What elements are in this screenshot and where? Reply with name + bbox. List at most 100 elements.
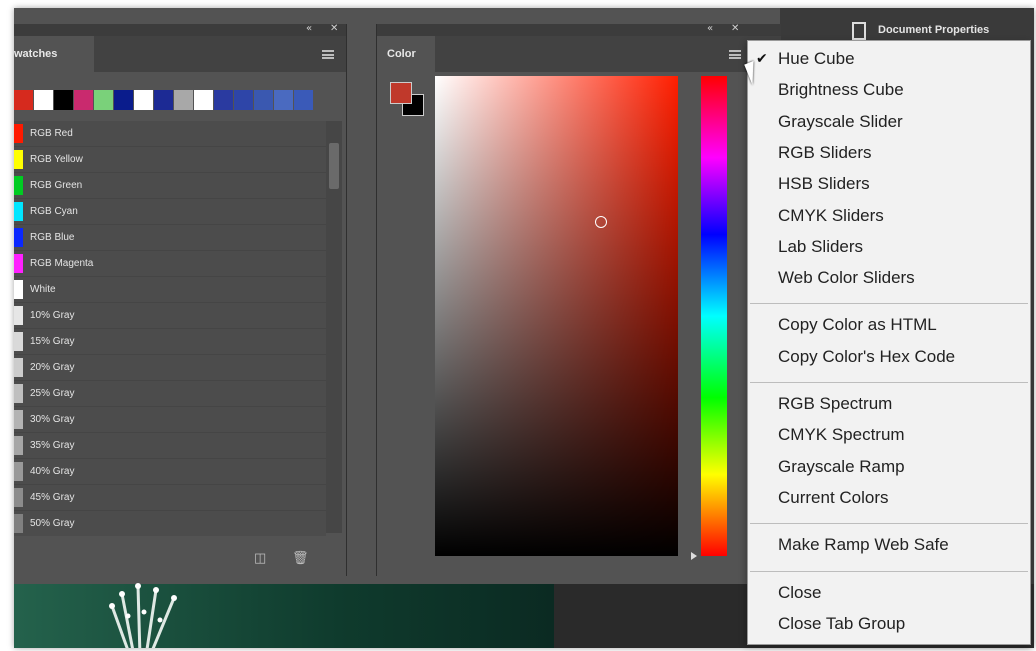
swatch-name: RGB Red	[30, 128, 73, 139]
menu-item[interactable]: Brightness Cube	[778, 80, 904, 100]
swatch-cell[interactable]	[214, 90, 233, 110]
menu-item[interactable]: CMYK Sliders	[778, 206, 884, 226]
menu-item[interactable]: Lab Sliders	[778, 237, 863, 257]
menu-item[interactable]: RGB Spectrum	[778, 394, 892, 414]
collapse-icon[interactable]: «	[707, 23, 713, 34]
menu-item[interactable]: Copy Color as HTML	[778, 315, 937, 335]
color-tab-bar: Color	[377, 36, 781, 72]
scrollbar[interactable]	[326, 121, 342, 533]
menu-item[interactable]: Close	[778, 583, 821, 603]
menu-item[interactable]: HSB Sliders	[778, 174, 870, 194]
swatch-name: RGB Magenta	[30, 258, 94, 269]
swatch-name: 30% Gray	[30, 414, 75, 425]
menu-item[interactable]: Close Tab Group	[778, 614, 905, 634]
menu-item[interactable]: Hue Cube	[778, 49, 855, 69]
close-icon[interactable]: ✕	[731, 23, 739, 34]
swatch-name: 50% Gray	[30, 518, 75, 529]
swatch-name: 10% Gray	[30, 310, 75, 321]
swatch-list-item[interactable]: 25% Gray	[14, 381, 326, 407]
swatch-list-item[interactable]: RGB Magenta	[14, 251, 326, 277]
swatch-cell[interactable]	[274, 90, 293, 110]
menu-item[interactable]: Web Color Sliders	[778, 268, 915, 288]
swatch-cell[interactable]	[234, 90, 253, 110]
swatch-chip	[14, 254, 23, 273]
swatch-chip	[14, 306, 23, 325]
menu-item[interactable]: CMYK Spectrum	[778, 425, 905, 445]
document-icon	[852, 22, 866, 40]
trash-icon[interactable]: 🗑	[292, 550, 309, 566]
swatches-panel: « ✕ watches RGB Red RGB Yellow RGB Green RG…	[14, 23, 347, 576]
swatch-list: RGB Red RGB Yellow RGB Green RGB Cyan RGB Bl…	[14, 121, 326, 537]
tab-color[interactable]: Color	[377, 36, 435, 72]
menu-item[interactable]: Make Ramp Web Safe	[778, 535, 949, 555]
swatch-list-item[interactable]: 50% Gray	[14, 511, 326, 537]
swatch-name: 40% Gray	[30, 466, 75, 477]
swatch-cell[interactable]	[54, 90, 73, 110]
menu-item[interactable]: RGB Sliders	[778, 143, 872, 163]
swatch-list-item[interactable]: White	[14, 277, 326, 303]
swatch-name: 25% Gray	[30, 388, 75, 399]
panel-menu-icon[interactable]	[729, 50, 741, 59]
hue-slider-arrow[interactable]	[691, 552, 697, 560]
close-icon[interactable]: ✕	[330, 23, 338, 34]
swatch-list-item[interactable]: 35% Gray	[14, 433, 326, 459]
swatch-cell[interactable]	[94, 90, 113, 110]
swatch-list-item[interactable]: 40% Gray	[14, 459, 326, 485]
new-swatch-icon[interactable]: ◫	[254, 550, 266, 566]
swatch-cell[interactable]	[74, 90, 93, 110]
swatch-chip	[14, 280, 23, 299]
swatch-cell[interactable]	[34, 90, 53, 110]
swatch-list-item[interactable]: 45% Gray	[14, 485, 326, 511]
swatch-list-item[interactable]: RGB Red	[14, 121, 326, 147]
color-panel: « ✕ Color	[376, 23, 781, 576]
swatch-cell[interactable]	[14, 90, 33, 110]
swatch-cell[interactable]	[194, 90, 213, 110]
swatch-chip	[14, 332, 23, 351]
swatch-list-item[interactable]: 15% Gray	[14, 329, 326, 355]
scroll-thumb[interactable]	[329, 143, 339, 189]
hue-slider[interactable]	[701, 76, 727, 556]
swatch-list-item[interactable]: RGB Cyan	[14, 199, 326, 225]
swatch-strip	[14, 90, 314, 114]
swatch-chip	[14, 410, 23, 429]
swatch-cell[interactable]	[294, 90, 313, 110]
swatch-cell[interactable]	[254, 90, 273, 110]
swatch-list-item[interactable]: 30% Gray	[14, 407, 326, 433]
swatch-name: 20% Gray	[30, 362, 75, 373]
menu-item[interactable]: Grayscale Slider	[778, 112, 903, 132]
checkmark-icon: ✔	[756, 51, 768, 67]
swatch-name: RGB Yellow	[30, 154, 83, 165]
document-properties-label[interactable]: Document Properties	[878, 24, 989, 36]
menu-separator	[750, 570, 1028, 572]
swatch-chip	[14, 462, 23, 481]
swatch-list-item[interactable]: 20% Gray	[14, 355, 326, 381]
swatch-cell[interactable]	[174, 90, 193, 110]
swatch-name: 45% Gray	[30, 492, 75, 503]
swatch-cell[interactable]	[134, 90, 153, 110]
swatch-chip	[14, 488, 23, 507]
collapse-icon[interactable]: «	[306, 23, 312, 34]
swatch-name: 15% Gray	[30, 336, 75, 347]
menu-item[interactable]: Current Colors	[778, 488, 889, 508]
swatch-list-item[interactable]: RGB Yellow	[14, 147, 326, 173]
swatches-tab-bar: watches	[14, 36, 346, 72]
swatch-chip	[14, 384, 23, 403]
swatch-name: 35% Gray	[30, 440, 75, 451]
swatches-footer: ◫ 🗑	[14, 536, 346, 576]
tab-swatches[interactable]: watches	[14, 36, 94, 72]
swatch-cell[interactable]	[114, 90, 133, 110]
menu-separator	[750, 382, 1028, 383]
color-picker-handle[interactable]	[595, 216, 607, 228]
swatch-cell[interactable]	[154, 90, 173, 110]
canvas-artwork	[109, 583, 177, 648]
panel-menu-icon[interactable]	[322, 50, 334, 59]
swatch-chip	[14, 358, 23, 377]
swatch-list-item[interactable]: 10% Gray	[14, 303, 326, 329]
menu-item[interactable]: Grayscale Ramp	[778, 457, 905, 477]
swatch-chip	[14, 176, 23, 195]
menu-item[interactable]: Copy Color's Hex Code	[778, 347, 955, 367]
swatch-list-item[interactable]: RGB Green	[14, 173, 326, 199]
foreground-color-swatch[interactable]	[390, 82, 412, 104]
swatch-list-item[interactable]: RGB Blue	[14, 225, 326, 251]
color-field[interactable]	[435, 76, 678, 556]
